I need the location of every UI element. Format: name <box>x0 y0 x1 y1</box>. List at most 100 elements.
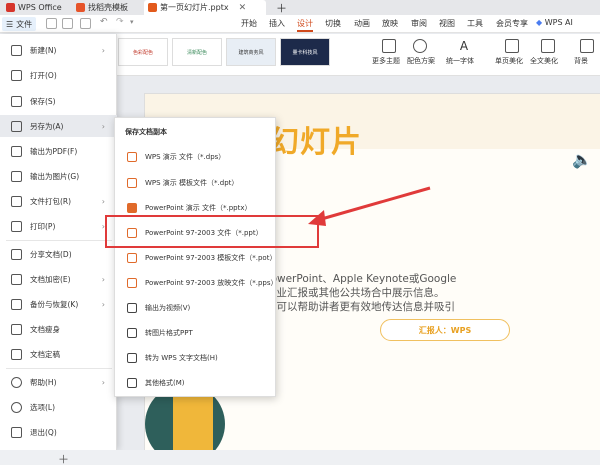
status-bar: ＋ <box>0 450 600 465</box>
wps-ai-button[interactable]: ◆ WPS AI <box>536 18 573 27</box>
menu-label: 文档加密(E) <box>30 274 71 284</box>
tab-insert[interactable]: 插入 <box>269 18 285 29</box>
slide-beautify-button[interactable]: 单页美化 <box>495 56 523 66</box>
close-icon[interactable]: ✕ <box>239 3 247 13</box>
help-icon <box>11 376 22 388</box>
pptx-file-icon <box>148 3 157 12</box>
full-beautify-icon <box>541 39 555 53</box>
unify-font-button[interactable]: 统一字体 <box>446 56 474 66</box>
tab-view[interactable]: 视图 <box>439 18 455 29</box>
other-format-icon <box>127 378 137 388</box>
quick-open-icon[interactable] <box>62 18 73 29</box>
tab-label: 第一页幻灯片.pptx <box>160 3 229 12</box>
menu-item-finalize[interactable]: 文档定稿 <box>0 343 117 365</box>
chevron-right-icon: › <box>101 299 105 309</box>
highlight-box <box>105 215 319 248</box>
tab-wps-office[interactable]: WPS Office <box>2 0 66 15</box>
tab-design[interactable]: 设计 <box>297 18 313 32</box>
more-icon[interactable]: ▾ <box>130 18 134 26</box>
submenu-label: PowerPoint 97-2003 模板文件（*.pot） <box>145 254 277 262</box>
menu-item-export-pdf[interactable]: 输出为PDF(F) <box>0 140 117 162</box>
tab-transition[interactable]: 切换 <box>325 18 341 29</box>
template-label: 建筑商务风 <box>238 49 264 56</box>
menu-item-exit[interactable]: 退出(Q) <box>0 421 117 443</box>
word-icon <box>127 353 137 363</box>
more-themes-button[interactable]: 更多主题 <box>372 56 400 66</box>
export-video[interactable]: 输出为视频(V) <box>115 297 277 319</box>
template-thumb-3[interactable]: 建筑商务风 <box>226 38 276 66</box>
menu-item-save[interactable]: 保存(S) <box>0 90 117 112</box>
redo-icon[interactable]: ↷ <box>116 17 124 27</box>
convert-to-word[interactable]: 转为 WPS 文字文档(H) <box>115 347 277 369</box>
print-icon <box>11 220 22 232</box>
save-as-pps[interactable]: PowerPoint 97-2003 放映文件（*.pps） <box>115 272 278 294</box>
font-icon: A <box>459 39 469 53</box>
ribbon-tabs: ☰ 文件 ↶ ↷ ▾ 开始 插入 设计 切换 动画 放映 审阅 视图 工具 会员… <box>0 15 600 33</box>
save-as-dpt[interactable]: WPS 演示 模板文件（*.dpt） <box>115 172 277 194</box>
quick-print-icon[interactable] <box>80 18 91 29</box>
slide-beautify-icon <box>505 39 519 53</box>
undo-icon[interactable]: ↶ <box>100 17 108 27</box>
ai-icon: ◆ <box>536 18 543 27</box>
menu-item-slim[interactable]: 文档瘦身 <box>0 318 117 340</box>
image-ppt-icon <box>127 328 137 338</box>
slim-icon <box>11 323 22 335</box>
menu-item-options[interactable]: 选项(L) <box>0 396 117 418</box>
save-as-pot[interactable]: PowerPoint 97-2003 模板文件（*.pot） <box>115 247 277 269</box>
tab-review[interactable]: 审阅 <box>411 18 427 29</box>
new-tab-button[interactable]: ＋ <box>272 0 291 15</box>
dps-icon <box>127 152 137 162</box>
submenu-label: WPS 演示 文件（*.dps） <box>145 153 226 161</box>
file-label: 文件 <box>16 19 33 29</box>
menu-divider <box>6 240 112 241</box>
tab-current-file[interactable]: 第一页幻灯片.pptx ✕ <box>144 0 266 15</box>
menu-item-export-image[interactable]: 输出为图片(G) <box>0 165 117 187</box>
chevron-right-icon: › <box>101 274 105 284</box>
full-beautify-button[interactable]: 全文美化 <box>530 56 558 66</box>
menu-item-package[interactable]: 文件打包(R) › <box>0 190 117 212</box>
more-themes-icon <box>382 39 396 53</box>
video-icon <box>127 303 137 313</box>
tab-docer[interactable]: 找稻壳模板 <box>72 0 132 15</box>
menu-item-new[interactable]: 新建(N) › <box>0 39 117 61</box>
tab-member[interactable]: 会员专享 <box>496 18 528 29</box>
background-button[interactable]: 背景 <box>574 56 588 66</box>
menu-item-share[interactable]: 分享文档(D) <box>0 243 117 265</box>
convert-image-ppt[interactable]: 转图片格式PPT <box>115 322 277 344</box>
file-menu-button[interactable]: ☰ 文件 <box>2 17 37 31</box>
other-formats[interactable]: 其他格式(M) <box>115 372 277 394</box>
backup-icon <box>11 298 22 310</box>
submenu-label: 其他格式(M) <box>145 379 185 387</box>
submenu-title: 保存文档副本 <box>125 128 167 136</box>
add-slide-icon[interactable]: ＋ <box>58 451 69 465</box>
submenu-label: PowerPoint 演示 文件（*.pptx） <box>145 204 252 212</box>
template-thumb-1[interactable]: 色彩配色 <box>118 38 168 66</box>
save-icon <box>11 95 22 107</box>
menu-item-open[interactable]: 打开(O) <box>0 64 117 86</box>
menu-item-encrypt[interactable]: 文档加密(E) › <box>0 268 117 290</box>
file-menu: 新建(N) › 打开(O) 保存(S) 另存为(A) › 输出为PDF(F) 输出为… <box>0 34 117 450</box>
tab-tools[interactable]: 工具 <box>467 18 483 29</box>
image-icon <box>11 170 22 182</box>
dpt-icon <box>127 178 137 188</box>
tab-home[interactable]: 开始 <box>241 18 257 29</box>
speaker-icon: 🔈 <box>572 150 592 169</box>
chevron-right-icon: › <box>101 45 105 55</box>
lock-icon <box>11 273 22 285</box>
submenu-label: 输出为视频(V) <box>145 304 191 312</box>
title-bar: WPS Office 找稻壳模板 第一页幻灯片.pptx ✕ ＋ <box>0 0 600 15</box>
tab-slideshow[interactable]: 放映 <box>382 18 398 29</box>
menu-label: 文件打包(R) <box>30 196 72 206</box>
menu-item-help[interactable]: 帮助(H) › <box>0 371 117 393</box>
share-icon <box>11 248 22 260</box>
menu-item-print[interactable]: 打印(P) › <box>0 215 117 237</box>
color-scheme-button[interactable]: 配色方案 <box>407 56 435 66</box>
menu-item-save-as[interactable]: 另存为(A) › <box>0 115 117 137</box>
menu-item-backup[interactable]: 备份与恢复(K) › <box>0 293 117 315</box>
tab-animation[interactable]: 动画 <box>354 18 370 29</box>
template-thumb-4[interactable]: 量卡科技风 <box>280 38 330 66</box>
save-as-dps[interactable]: WPS 演示 文件（*.dps） <box>115 146 277 168</box>
quick-save-icon[interactable] <box>46 18 57 29</box>
tab-label: WPS Office <box>18 3 62 12</box>
template-thumb-2[interactable]: 清新配色 <box>172 38 222 66</box>
